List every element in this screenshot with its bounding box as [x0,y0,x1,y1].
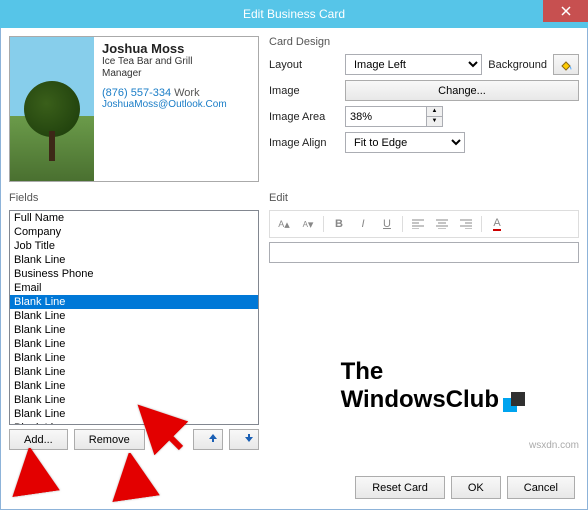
spinner-up[interactable]: ▲ [426,107,442,117]
design-label: Card Design [269,36,579,48]
field-item[interactable]: Blank Line [10,379,258,393]
layout-select[interactable]: Image Left [345,54,482,75]
move-down-button[interactable] [229,429,259,450]
image-align-label: Image Align [269,137,339,149]
cancel-button[interactable]: Cancel [507,476,575,499]
add-field-button[interactable]: Add... [9,429,68,450]
background-button[interactable] [553,54,579,75]
align-right-icon [460,219,472,229]
dialog-body: Joshua Moss Ice Tea Bar and Grill Manage… [0,28,588,510]
field-item[interactable]: Email [10,281,258,295]
image-area-label: Image Area [269,111,339,123]
font-increase-button[interactable]: A▴ [273,214,295,234]
font-decrease-button[interactable]: A▾ [297,214,319,234]
field-item[interactable]: Blank Line [10,393,258,407]
underline-button[interactable]: U [376,214,398,234]
dialog-buttons: Reset Card OK Cancel [355,476,575,499]
field-item[interactable]: Blank Line [10,337,258,351]
arrow-up-icon [208,433,218,443]
field-item[interactable]: Blank Line [10,295,258,309]
image-area-input[interactable] [346,107,426,126]
field-item[interactable]: Blank Line [10,365,258,379]
field-item[interactable]: Blank Line [10,407,258,421]
window-title: Edit Business Card [243,7,345,21]
card-image [10,37,94,181]
watermark: wsxdn.com [529,440,579,451]
preview-phone: (876) 557-334Work [102,87,250,99]
field-item[interactable]: Job Title [10,239,258,253]
close-button[interactable] [543,0,588,22]
align-center-button[interactable] [431,214,453,234]
field-item[interactable]: Blank Line [10,351,258,365]
titlebar: Edit Business Card [0,0,588,28]
field-item[interactable]: Blank Line [10,323,258,337]
align-left-icon [412,219,424,229]
card-preview: Joshua Moss Ice Tea Bar and Grill Manage… [9,36,259,182]
preview-jobtitle: Manager [102,68,250,79]
ok-button[interactable]: OK [451,476,501,499]
image-align-select[interactable]: Fit to Edge [345,132,465,153]
close-icon [561,6,571,16]
reset-card-button[interactable]: Reset Card [355,476,445,499]
align-right-button[interactable] [455,214,477,234]
background-label: Background [488,59,547,71]
image-label: Image [269,85,339,97]
fields-listbox[interactable]: Full NameCompanyJob TitleBlank LineBusin… [9,210,259,425]
change-image-button[interactable]: Change... [345,80,579,101]
italic-button[interactable]: I [352,214,374,234]
edit-text-input[interactable] [269,242,579,263]
arrow-down-icon [244,433,254,443]
field-item[interactable]: Business Phone [10,267,258,281]
field-item[interactable]: Company [10,225,258,239]
preview-name: Joshua Moss [102,41,250,56]
font-color-button[interactable]: A [486,214,508,234]
annotation-arrow [111,453,161,503]
annotation-arrow [11,448,61,498]
move-up-button[interactable] [193,429,223,450]
card-design-section: Card Design Layout Image Left Background… [269,36,579,182]
preview-company: Ice Tea Bar and Grill [102,56,250,68]
preview-email: JoshuaMoss@Outlook.Com [102,99,250,110]
edit-label: Edit [269,192,579,204]
edit-toolbar: A▴ A▾ B I U A [269,210,579,238]
field-item[interactable]: Blank Line [10,421,258,425]
spinner-down[interactable]: ▼ [426,117,442,127]
align-left-button[interactable] [407,214,429,234]
bold-button[interactable]: B [328,214,350,234]
remove-field-button[interactable]: Remove [74,429,145,450]
windowsclub-logo: The WindowsClub [341,358,527,416]
field-item[interactable]: Blank Line [10,309,258,323]
align-center-icon [436,219,448,229]
fields-label: Fields [9,192,259,204]
layout-label: Layout [269,59,339,71]
field-item[interactable]: Blank Line [10,253,258,267]
paint-bucket-icon [558,58,574,72]
field-item[interactable]: Full Name [10,211,258,225]
image-area-spinner[interactable]: ▲ ▼ [345,106,443,127]
fields-section: Fields Full NameCompanyJob TitleBlank Li… [9,192,259,450]
